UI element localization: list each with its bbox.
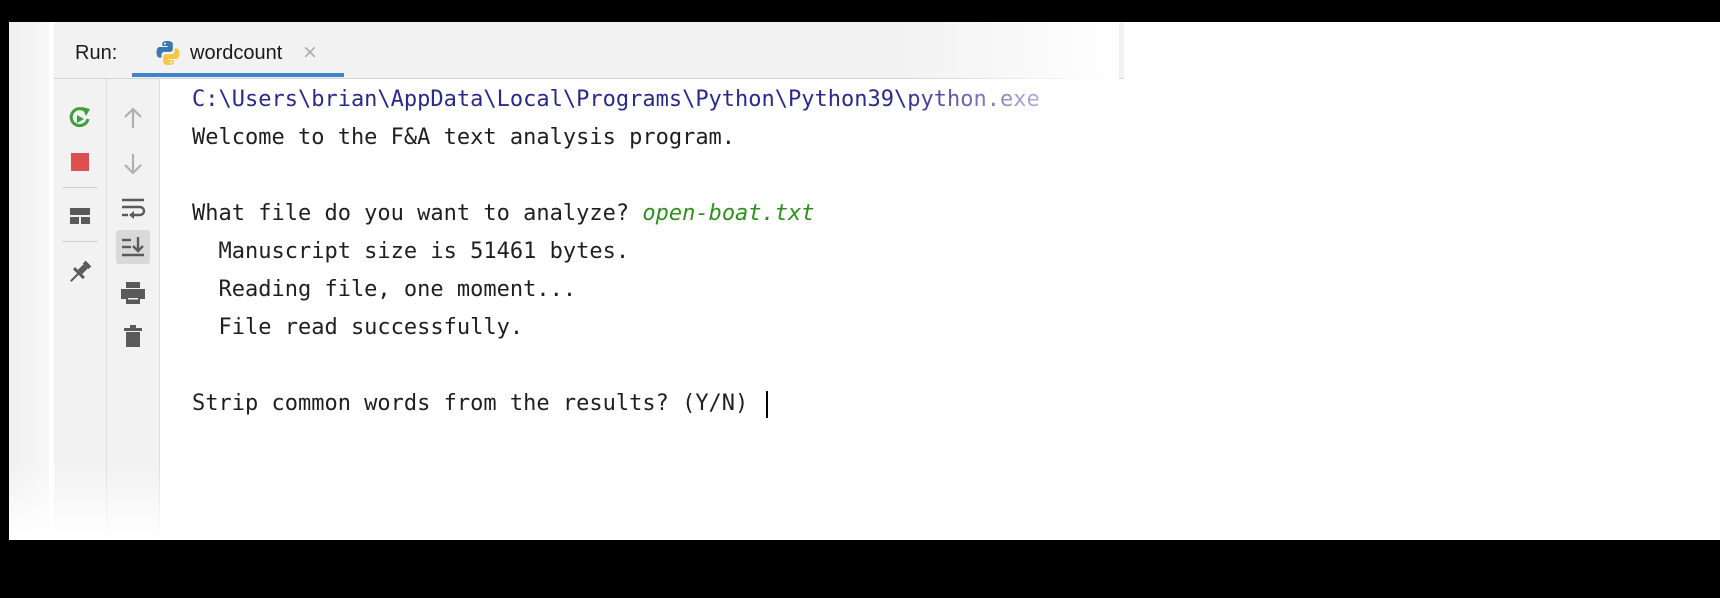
up-arrow-icon[interactable]: [116, 101, 150, 135]
run-tool-window: Run: wordcount × C:\Users\brian\AppData\…: [54, 22, 1124, 540]
python-icon: [156, 41, 180, 65]
toolbar-separator: [62, 241, 98, 242]
strip-prompt-line: Strip common words from the results? (Y/…: [192, 389, 768, 419]
file-prompt-line: What file do you want to analyze? open-b…: [192, 199, 815, 229]
tab-wordcount[interactable]: wordcount ×: [132, 22, 344, 78]
read-success-line: File read successfully.: [192, 315, 524, 340]
user-input-filename: open-boat.txt: [642, 201, 815, 226]
tab-label: wordcount: [190, 42, 283, 64]
manuscript-size-line: Manuscript size is 51461 bytes.: [192, 239, 630, 264]
layout-icon[interactable]: [63, 199, 97, 233]
reading-line: Reading file, one moment...: [192, 277, 577, 302]
close-icon[interactable]: ×: [302, 41, 318, 63]
down-arrow-icon[interactable]: [116, 147, 150, 181]
soft-wrap-icon[interactable]: [116, 190, 150, 224]
strip-prompt-text: Strip common words from the results? (Y/…: [192, 391, 762, 416]
run-toolbar-primary: [54, 79, 107, 540]
stop-icon[interactable]: [63, 145, 97, 179]
toolbar-separator: [62, 187, 98, 188]
scroll-to-end-icon: [122, 237, 144, 257]
scroll-to-end-button[interactable]: [116, 230, 150, 264]
left-margin: [9, 22, 49, 540]
print-icon[interactable]: [116, 276, 150, 310]
rerun-icon[interactable]: [63, 101, 97, 135]
pin-icon[interactable]: [63, 255, 97, 289]
welcome-line: Welcome to the F&A text analysis program…: [192, 125, 736, 150]
run-toolbar-secondary: [107, 79, 160, 540]
file-prompt-text: What file do you want to analyze?: [192, 201, 643, 226]
active-tab-indicator: [132, 73, 344, 77]
command-line: C:\Users\brian\AppData\Local\Programs\Py…: [192, 87, 1040, 112]
console-output[interactable]: C:\Users\brian\AppData\Local\Programs\Py…: [174, 79, 1124, 540]
trash-icon[interactable]: [116, 319, 150, 353]
run-label: Run:: [75, 42, 118, 64]
run-tab-bar: Run: wordcount ×: [54, 22, 1124, 79]
screenshot-panel: Run: wordcount × C:\Users\brian\AppData\…: [9, 22, 1720, 540]
text-cursor[interactable]: [765, 390, 768, 418]
screenshot-stage: Run: wordcount × C:\Users\brian\AppData\…: [0, 0, 1720, 598]
